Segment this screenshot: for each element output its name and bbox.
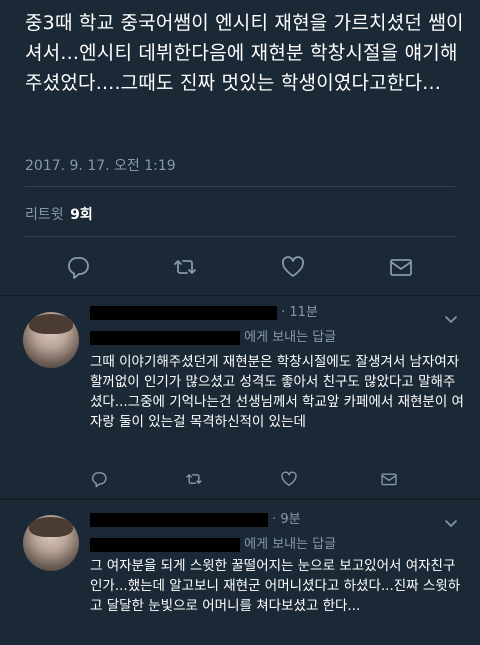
reply-icon[interactable] [65,254,91,280]
retweet-count: 9회 [70,207,93,223]
redacted-mention [90,330,240,345]
reply-tweet[interactable]: · 11분 에게 보내는 답글 그때 이야기해주셨던게 재현분은 학창시절에도 … [0,296,480,498]
redacted-mention [90,537,240,552]
reply-time: · 9분 [272,512,301,527]
reply-header: · 9분 [90,508,301,527]
like-icon[interactable] [280,254,306,280]
avatar[interactable] [23,515,79,571]
reply-to-label: 에게 보내는 답글 [244,330,337,345]
reply-to-label: 에게 보내는 답글 [244,537,337,552]
message-icon[interactable] [380,470,398,488]
redacted-author [90,305,277,320]
reply-text: 그 여자분을 되게 스윗한 꿀떨어지는 눈으로 보고있어서 여자친구인가...했… [90,558,461,614]
retweet-label: 리트윗 [25,207,64,223]
reply-to-line: 에게 보내는 답글 [90,326,336,345]
chevron-down-icon[interactable] [444,312,458,326]
chevron-down-icon[interactable] [444,516,458,530]
avatar[interactable] [23,312,79,368]
tweet-timestamp[interactable]: 2017. 9. 17. 오전 1:19 [25,155,176,175]
tweet-text: 중3때 학교 중국어쌤이 엔시티 재현을 가르치셨던 쌤이셔서...엔시티 데뷔… [25,12,464,94]
retweet-stats[interactable]: 리트윗 9회 [25,204,93,224]
reply-icon[interactable] [90,470,108,488]
like-icon[interactable] [280,470,298,488]
reply-time: · 11분 [281,305,318,320]
message-icon[interactable] [388,254,414,280]
reply-to-line: 에게 보내는 답글 [90,533,336,552]
divider [25,236,455,237]
divider [25,186,455,187]
reply-text: 그때 이야기해주셨던게 재현분은 학창시절에도 잘생겨서 남자여자 할꺼없이 인… [90,354,464,430]
reply-action-bar [90,470,465,488]
retweet-icon[interactable] [172,254,198,280]
main-tweet: 중3때 학교 중국어쌤이 엔시티 재현을 가르치셨던 쌤이셔서...엔시티 데뷔… [0,0,480,295]
reply-tweet[interactable]: · 9분 에게 보내는 답글 그 여자분을 되게 스윗한 꿀떨어지는 눈으로 보… [0,500,480,645]
reply-header: · 11분 [90,301,318,320]
redacted-author [90,512,268,527]
tweet-action-bar [0,254,480,280]
retweet-icon[interactable] [185,470,203,488]
